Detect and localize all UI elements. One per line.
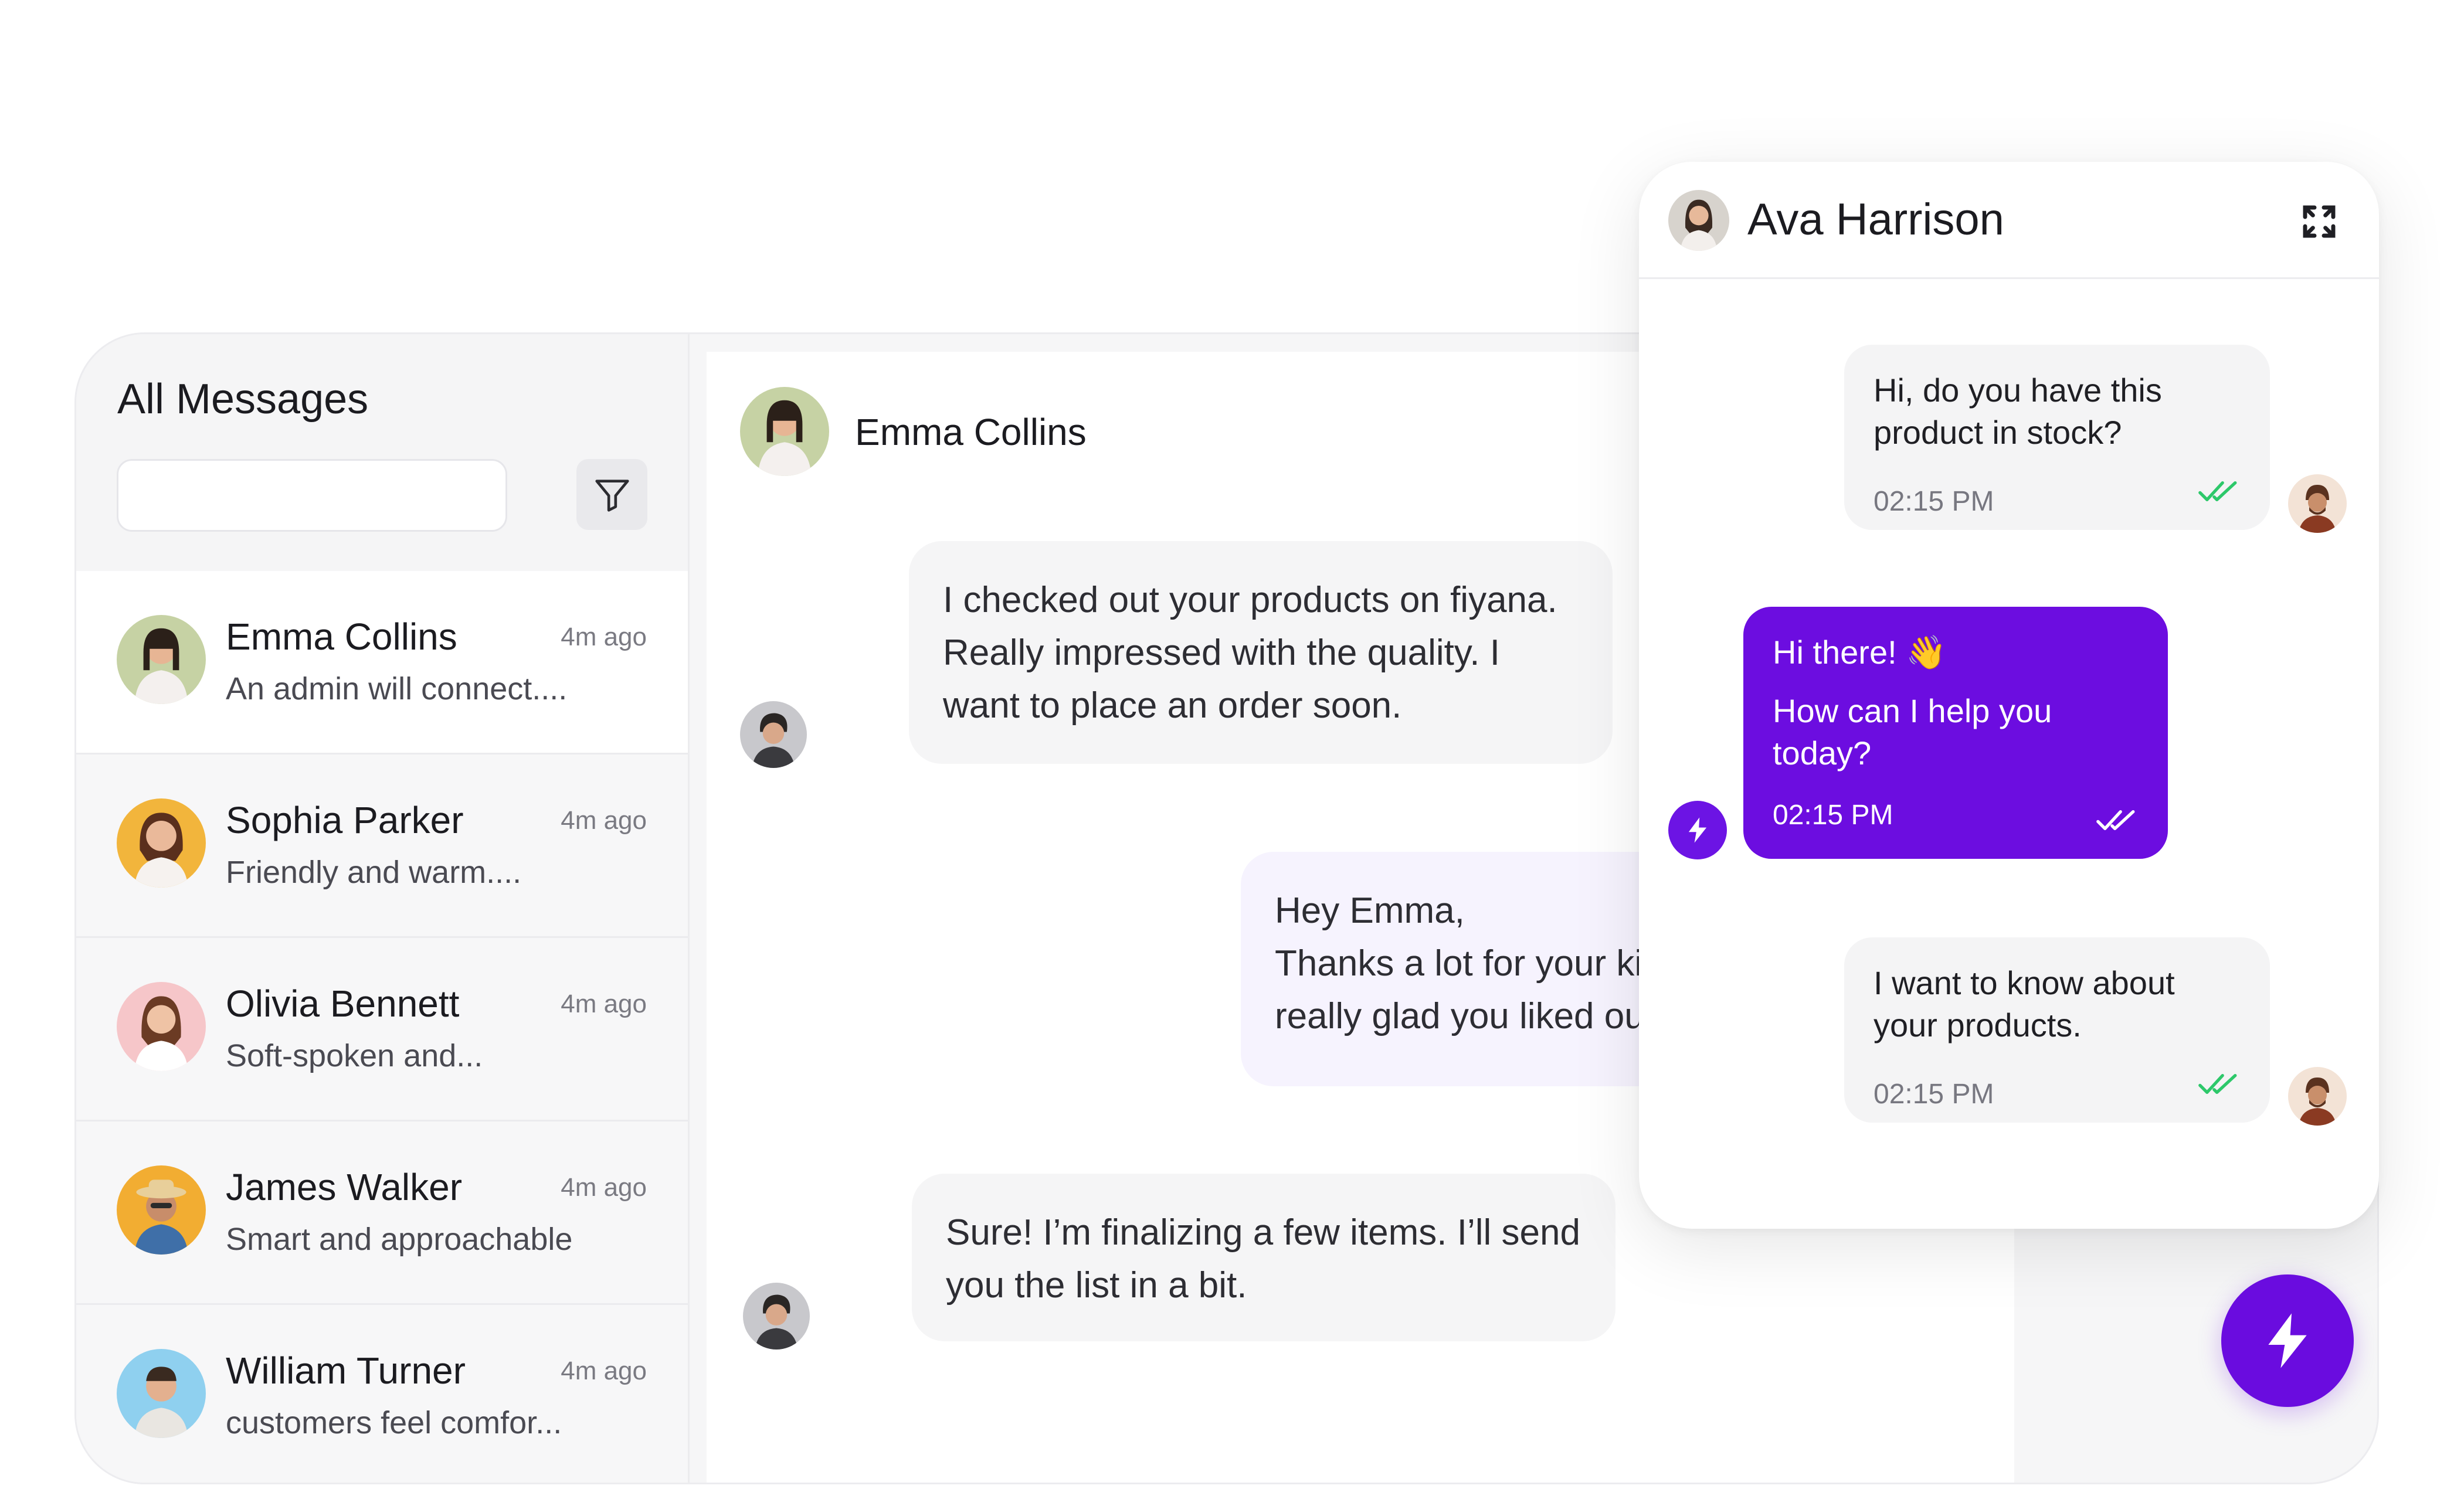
user-avatar (2288, 1067, 2347, 1126)
avatar (117, 1349, 206, 1438)
sidebar-title: All Messages (117, 376, 369, 423)
read-check-icon (2198, 1073, 2237, 1094)
avatar (117, 798, 206, 888)
contact-name: Emma Collins (226, 616, 457, 658)
avatar (117, 982, 206, 1071)
contact-item-james-walker[interactable]: James Walker 4m ago Smart and approachab… (76, 1121, 688, 1305)
contact-item-sophia-parker[interactable]: Sophia Parker 4m ago Friendly and warm..… (76, 754, 688, 938)
widget-contact-name: Ava Harrison (1747, 195, 2004, 244)
message-bubble-incoming: I checked out your products on fiyana. R… (909, 541, 1613, 764)
expand-icon (2303, 205, 2336, 238)
avatar (740, 387, 829, 476)
contact-preview: customers feel comfor... (226, 1405, 562, 1440)
contact-preview: Friendly and warm.... (226, 855, 522, 890)
sidebar: All Messages Emma Collins 4m ago An admi… (76, 334, 690, 1483)
chat-widget: Ava Harrison Hi, do you have this produc… (1639, 162, 2379, 1229)
chat-launcher-button[interactable] (2221, 1274, 2354, 1407)
contact-name: Olivia Bennett (226, 983, 460, 1025)
contact-time: 4m ago (561, 990, 647, 1018)
sender-avatar (743, 1283, 810, 1350)
contact-name: William Turner (226, 1350, 466, 1392)
widget-message-user: I want to know about your products. 02:1… (1844, 937, 2270, 1123)
contact-preview: Soft-spoken and... (226, 1038, 483, 1073)
filter-icon (595, 479, 629, 512)
chat-contact-name: Emma Collins (855, 411, 1087, 453)
message-text: your products. (1874, 1007, 2082, 1043)
message-bubble-incoming: Sure! I’m finalizing a few items. I’ll s… (912, 1174, 1615, 1341)
avatar (117, 1165, 206, 1255)
avatar (1668, 190, 1729, 251)
contact-list: Emma Collins 4m ago An admin will connec… (76, 571, 688, 1483)
message-text: I want to know about (1874, 964, 2175, 1001)
contact-time: 4m ago (561, 623, 647, 651)
contact-time: 4m ago (561, 1357, 647, 1385)
message-greeting: Hi there! 👋 (1773, 634, 1947, 671)
message-text: Hi, do you have this (1874, 372, 2162, 409)
filter-button[interactable] (576, 459, 647, 530)
contact-time: 4m ago (561, 1173, 647, 1202)
contact-name: James Walker (226, 1166, 463, 1208)
read-check-icon (2198, 481, 2237, 502)
contact-item-emma-collins[interactable]: Emma Collins 4m ago An admin will connec… (76, 571, 688, 754)
message-text: How can I help you (1773, 692, 2052, 729)
contact-preview: An admin will connect.... (226, 671, 568, 706)
sender-avatar (740, 701, 807, 768)
avatar (117, 615, 206, 704)
message-text: today? (1773, 735, 1872, 771)
widget-message-user: Hi, do you have this product in stock? 0… (1844, 345, 2270, 530)
widget-message-bot: Hi there! 👋 How can I help you today? 02… (1743, 607, 2168, 859)
message-time: 02:15 PM (1874, 486, 1994, 517)
lightning-icon (2268, 1313, 2307, 1368)
message-text: product in stock? (1874, 414, 2122, 451)
message-time: 02:15 PM (1773, 800, 1893, 831)
contact-preview: Smart and approachable (226, 1222, 573, 1257)
read-check-icon (2096, 810, 2135, 831)
user-avatar (2288, 474, 2347, 533)
contact-item-william-turner[interactable]: William Turner 4m ago customers feel com… (76, 1305, 688, 1483)
message-time: 02:15 PM (1874, 1079, 1994, 1110)
contact-name: Sophia Parker (226, 799, 464, 841)
contact-time: 4m ago (561, 806, 647, 835)
bot-avatar (1668, 801, 1727, 859)
search-input[interactable] (117, 459, 507, 532)
expand-button[interactable] (2300, 203, 2338, 240)
widget-header: Ava Harrison (1639, 162, 2379, 279)
lightning-icon (1688, 817, 1707, 843)
contact-item-olivia-bennett[interactable]: Olivia Bennett 4m ago Soft-spoken and... (76, 938, 688, 1121)
